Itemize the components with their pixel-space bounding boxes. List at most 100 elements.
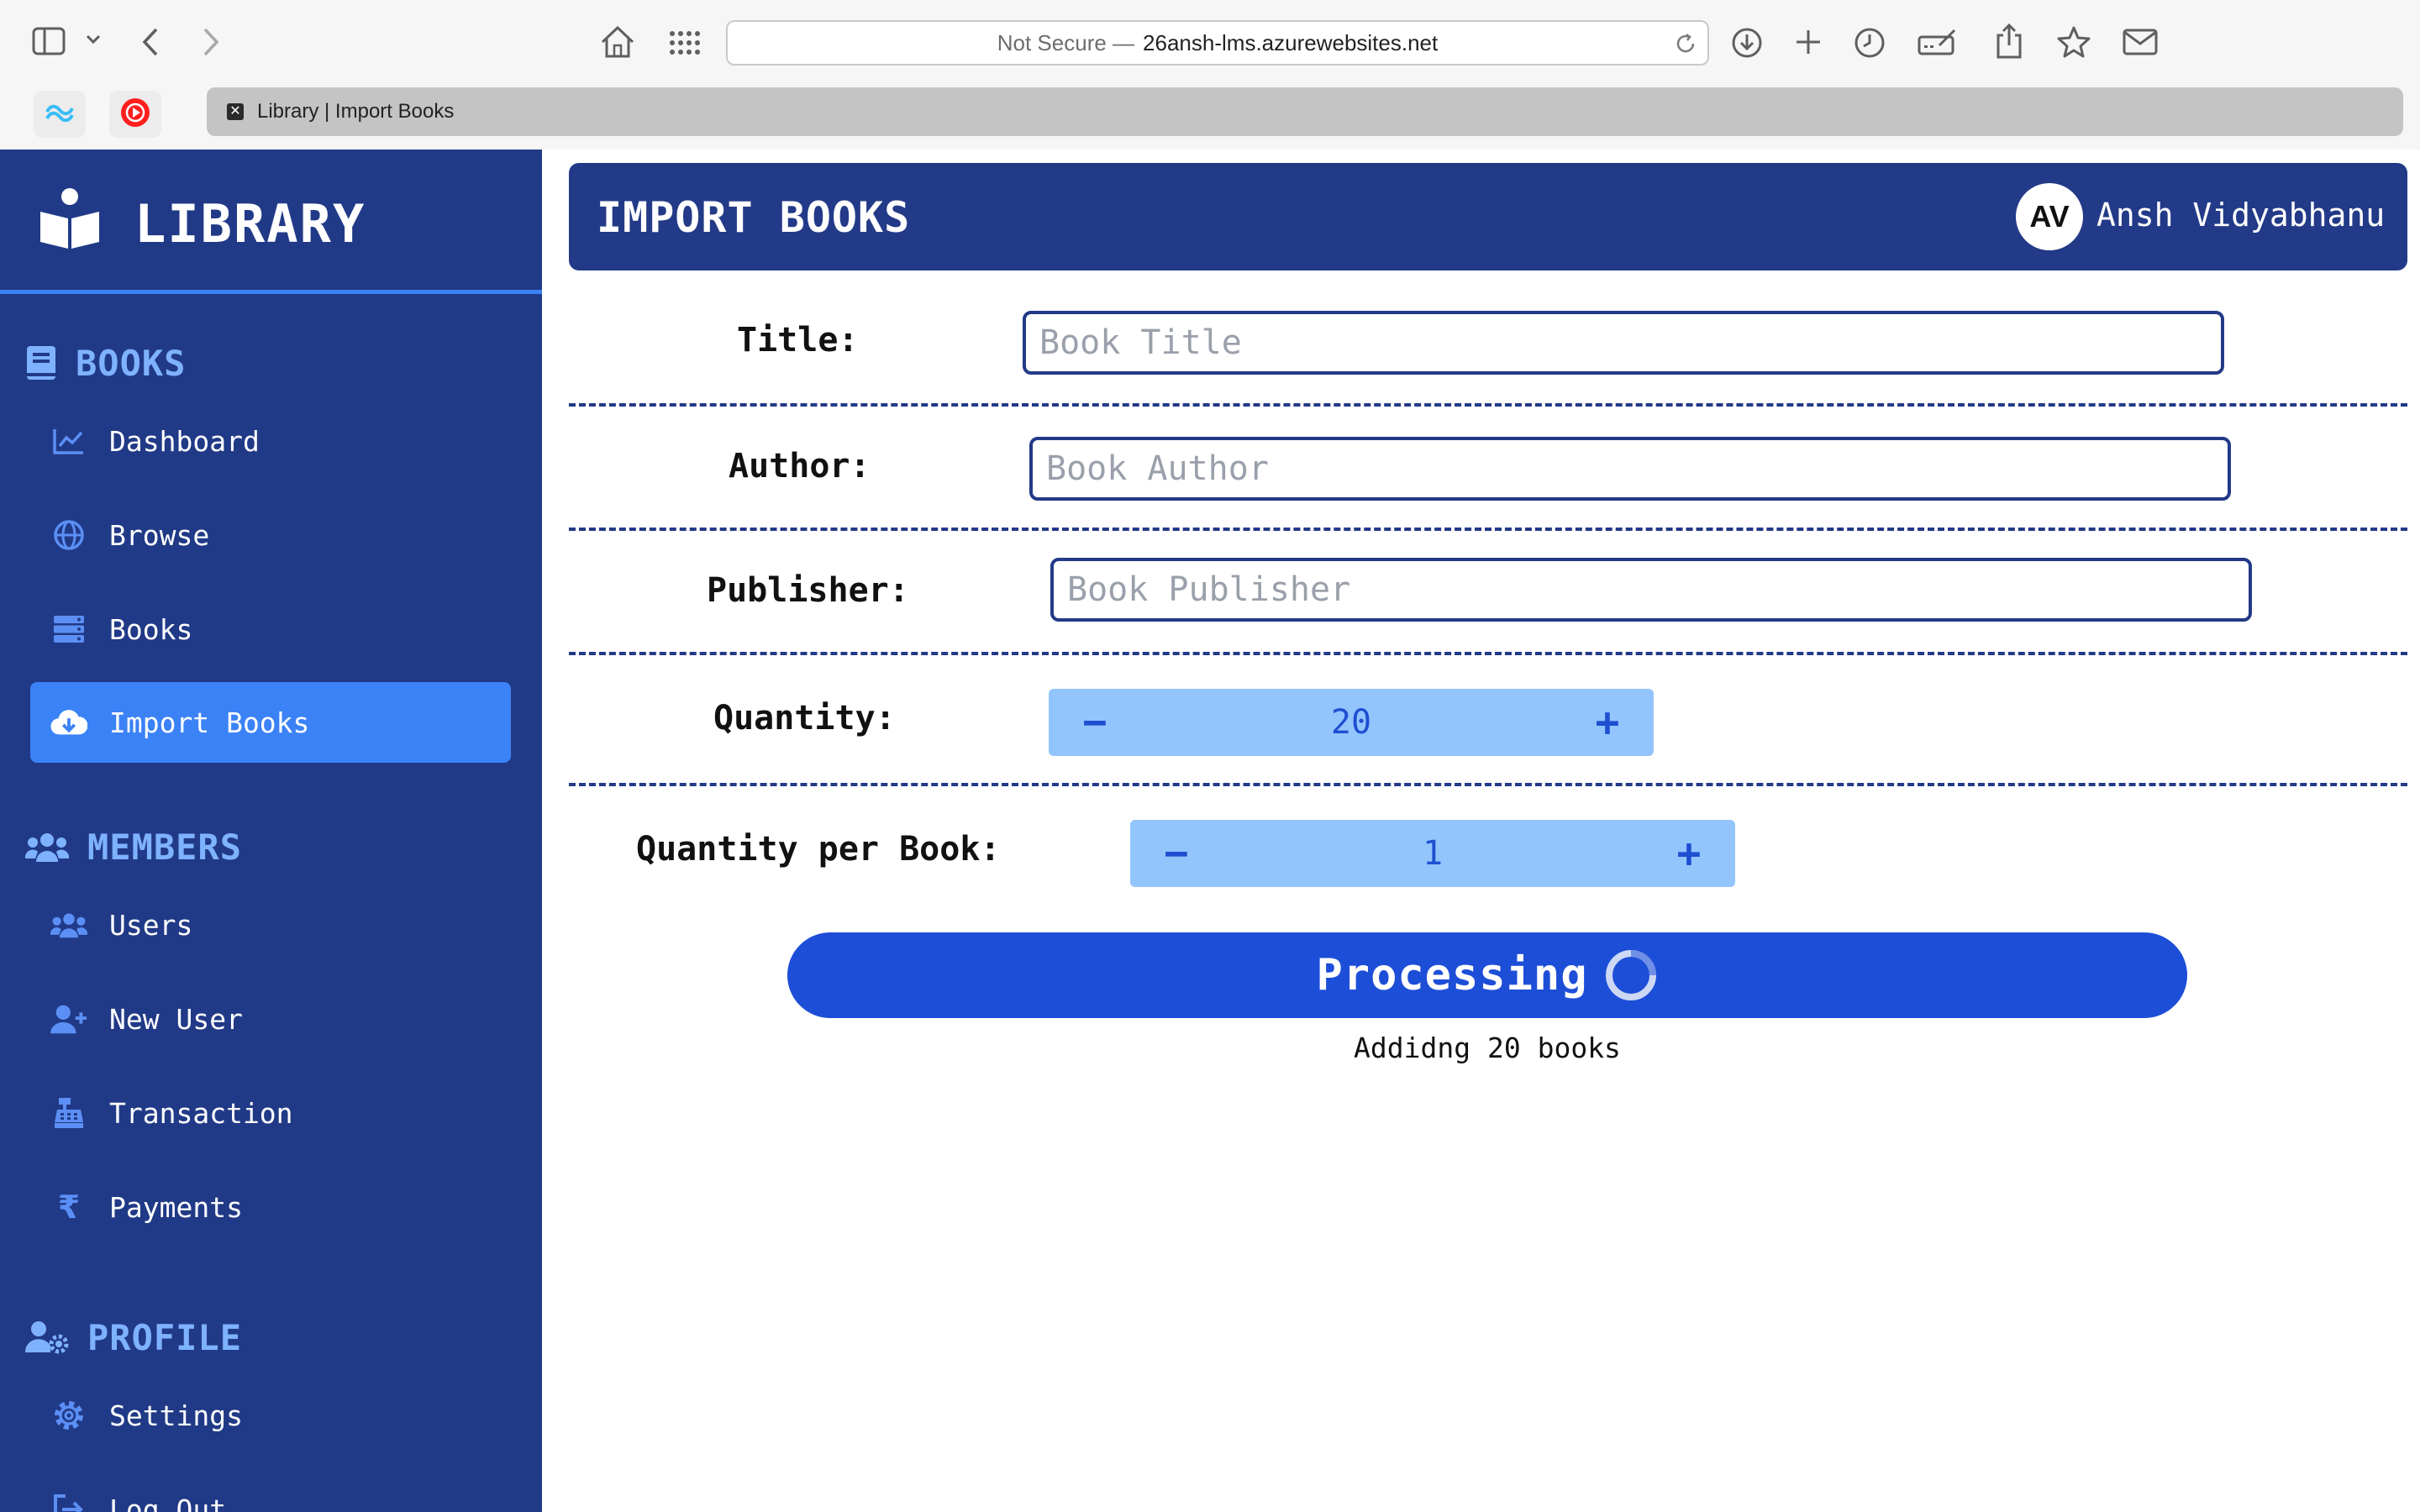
section-members: MEMBERS [25,822,242,872]
edit-icon[interactable] [1918,27,1958,57]
chart-line-icon [50,428,87,454]
form-row-title: Title: [569,282,2407,407]
address-domain: 26ansh-lms.azurewebsites.net [1143,29,1439,55]
sidebar-item-label: Browse [109,518,210,552]
grid-icon[interactable] [669,30,701,55]
sidebar-item-label: Users [109,908,193,942]
sidebar-item-label: Log Out [109,1493,227,1512]
sidebar-item-browse[interactable]: Browse [30,495,511,575]
quantity-decrement-button[interactable]: − [1049,689,1141,756]
sidebar-item-settings[interactable]: Settings [30,1375,511,1456]
spinner-icon [1603,948,1659,1003]
globe-icon [50,519,87,551]
avatar[interactable]: AV [2016,183,2083,250]
title-input[interactable] [1023,311,2224,375]
sidebar-item-books[interactable]: Books [30,589,511,669]
section-title: BOOKS [76,342,187,384]
sidebar-item-label: Settings [109,1399,243,1432]
section-books: BOOKS [25,338,186,388]
form-row-publisher: Publisher: [569,531,2407,655]
sidebar-item-transaction[interactable]: Transaction [30,1073,511,1153]
back-icon[interactable] [141,27,160,57]
user-name[interactable]: Ansh Vidyabhanu [2096,197,2385,234]
sidebar-item-new-user[interactable]: New User [30,979,511,1059]
youtube-music-icon [120,97,150,132]
quantity-per-book-stepper: − 1 + [1130,820,1735,887]
row-divider [569,783,2407,786]
sidebar-item-label: Dashboard [109,424,260,458]
reload-icon[interactable] [1674,32,1697,61]
forward-icon[interactable] [202,27,220,57]
form-row-quantity: Quantity: − 20 + [569,662,2407,786]
home-icon[interactable] [600,25,635,59]
bookmark-star-icon[interactable] [2057,25,2091,59]
new-tab-icon[interactable] [1795,29,1822,55]
reader-logo-icon [37,188,103,252]
users-icon [25,832,69,862]
chevron-down-icon[interactable] [86,34,101,45]
sidebar-item-label: Payments [109,1190,243,1224]
quantity-per-book-value[interactable]: 1 [1423,834,1443,873]
quantity-label: Quantity: [713,699,896,738]
cloud-download-icon [50,708,87,737]
users-icon [50,911,87,938]
form-row-quantity-per-book: Quantity per Book: − 1 + [569,793,2407,917]
history-icon[interactable] [1854,27,1886,59]
page-header: IMPORT BOOKS AV Ansh Vidyabhanu [569,163,2407,270]
user-plus-icon [50,1004,87,1034]
page-title: IMPORT BOOKS [597,193,911,242]
gear-icon [50,1399,87,1432]
rupee-icon: ₹ [57,1189,81,1226]
tab-bar: ✕ Library | Import Books [0,84,2420,150]
download-icon[interactable] [1731,27,1763,59]
sidebar-item-label: New User [109,1002,243,1036]
tab-title: Library | Import Books [257,100,455,123]
mail-icon[interactable] [2123,29,2158,55]
status-text: Addidng 20 books [1354,1032,1621,1064]
pinned-tab-tailwind[interactable] [34,91,86,138]
quantity-per-book-increment-button[interactable]: + [1643,820,1735,887]
tab-close-icon[interactable]: ✕ [227,103,244,120]
section-profile: PROFILE [25,1312,242,1362]
tailwind-icon [45,103,74,126]
form-row-author: Author: [569,407,2407,531]
sidebar-icon[interactable] [32,27,66,55]
brand-title: LIBRARY [134,193,366,255]
sidebar-item-import-books[interactable]: Import Books [30,682,511,763]
author-input[interactable] [1029,437,2231,501]
sidebar-item-label: Import Books [109,706,310,739]
sidebar-item-log-out[interactable]: Log Out [30,1469,511,1512]
sidebar-item-dashboard[interactable]: Dashboard [30,401,511,481]
quantity-per-book-decrement-button[interactable]: − [1130,820,1223,887]
share-icon[interactable] [1995,24,2023,59]
server-icon [50,615,87,643]
quantity-value[interactable]: 20 [1331,703,1371,742]
section-title: MEMBERS [87,826,243,868]
publisher-label: Publisher: [707,571,909,610]
quantity-per-book-label: Quantity per Book: [636,830,1001,869]
quantity-increment-button[interactable]: + [1561,689,1654,756]
cash-register-icon [50,1097,87,1129]
author-label: Author: [729,447,871,486]
browser-toolbar: Not Secure — 26ansh-lms.azurewebsites.ne… [0,0,2420,84]
pinned-tab-youtube-music[interactable] [109,91,161,138]
sidebar-item-payments[interactable]: ₹ Payments [30,1167,511,1247]
title-label: Title: [737,321,859,360]
publisher-input[interactable] [1050,558,2252,622]
logout-icon [50,1493,87,1512]
sidebar-item-label: Books [109,612,193,646]
processing-label: Processing [1316,950,1588,1000]
section-title: PROFILE [87,1316,243,1358]
processing-button[interactable]: Processing [787,932,2187,1018]
address-bar[interactable]: Not Secure — 26ansh-lms.azurewebsites.ne… [726,20,1709,66]
brand: LIBRARY [0,150,542,294]
sidebar-item-users[interactable]: Users [30,885,511,965]
user-gear-icon [25,1320,69,1354]
row-divider [569,652,2407,655]
book-icon [25,344,57,381]
sidebar-item-label: Transaction [109,1096,293,1130]
tab-library-import-books[interactable]: ✕ Library | Import Books [207,87,2403,136]
quantity-stepper: − 20 + [1049,689,1654,756]
sidebar: LIBRARY BOOKS Dashboard Browse Books Imp… [0,150,542,1512]
security-label: Not Secure — [997,29,1135,55]
